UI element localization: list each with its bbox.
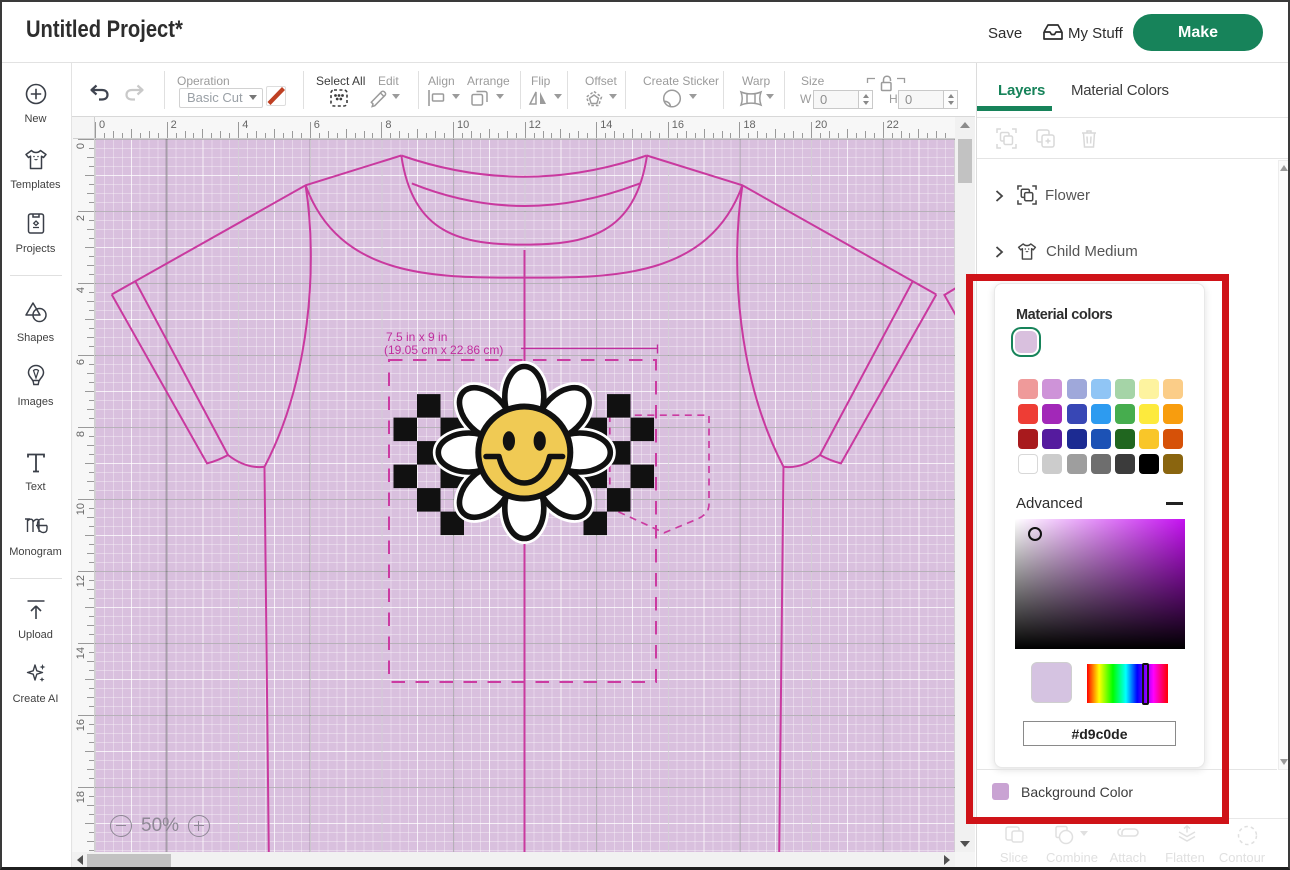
svg-text:(19.05 cm x 22.86 cm): (19.05 cm x 22.86 cm) [384, 343, 503, 357]
svg-text:7.5 in x 9 in: 7.5 in x 9 in [386, 330, 447, 344]
